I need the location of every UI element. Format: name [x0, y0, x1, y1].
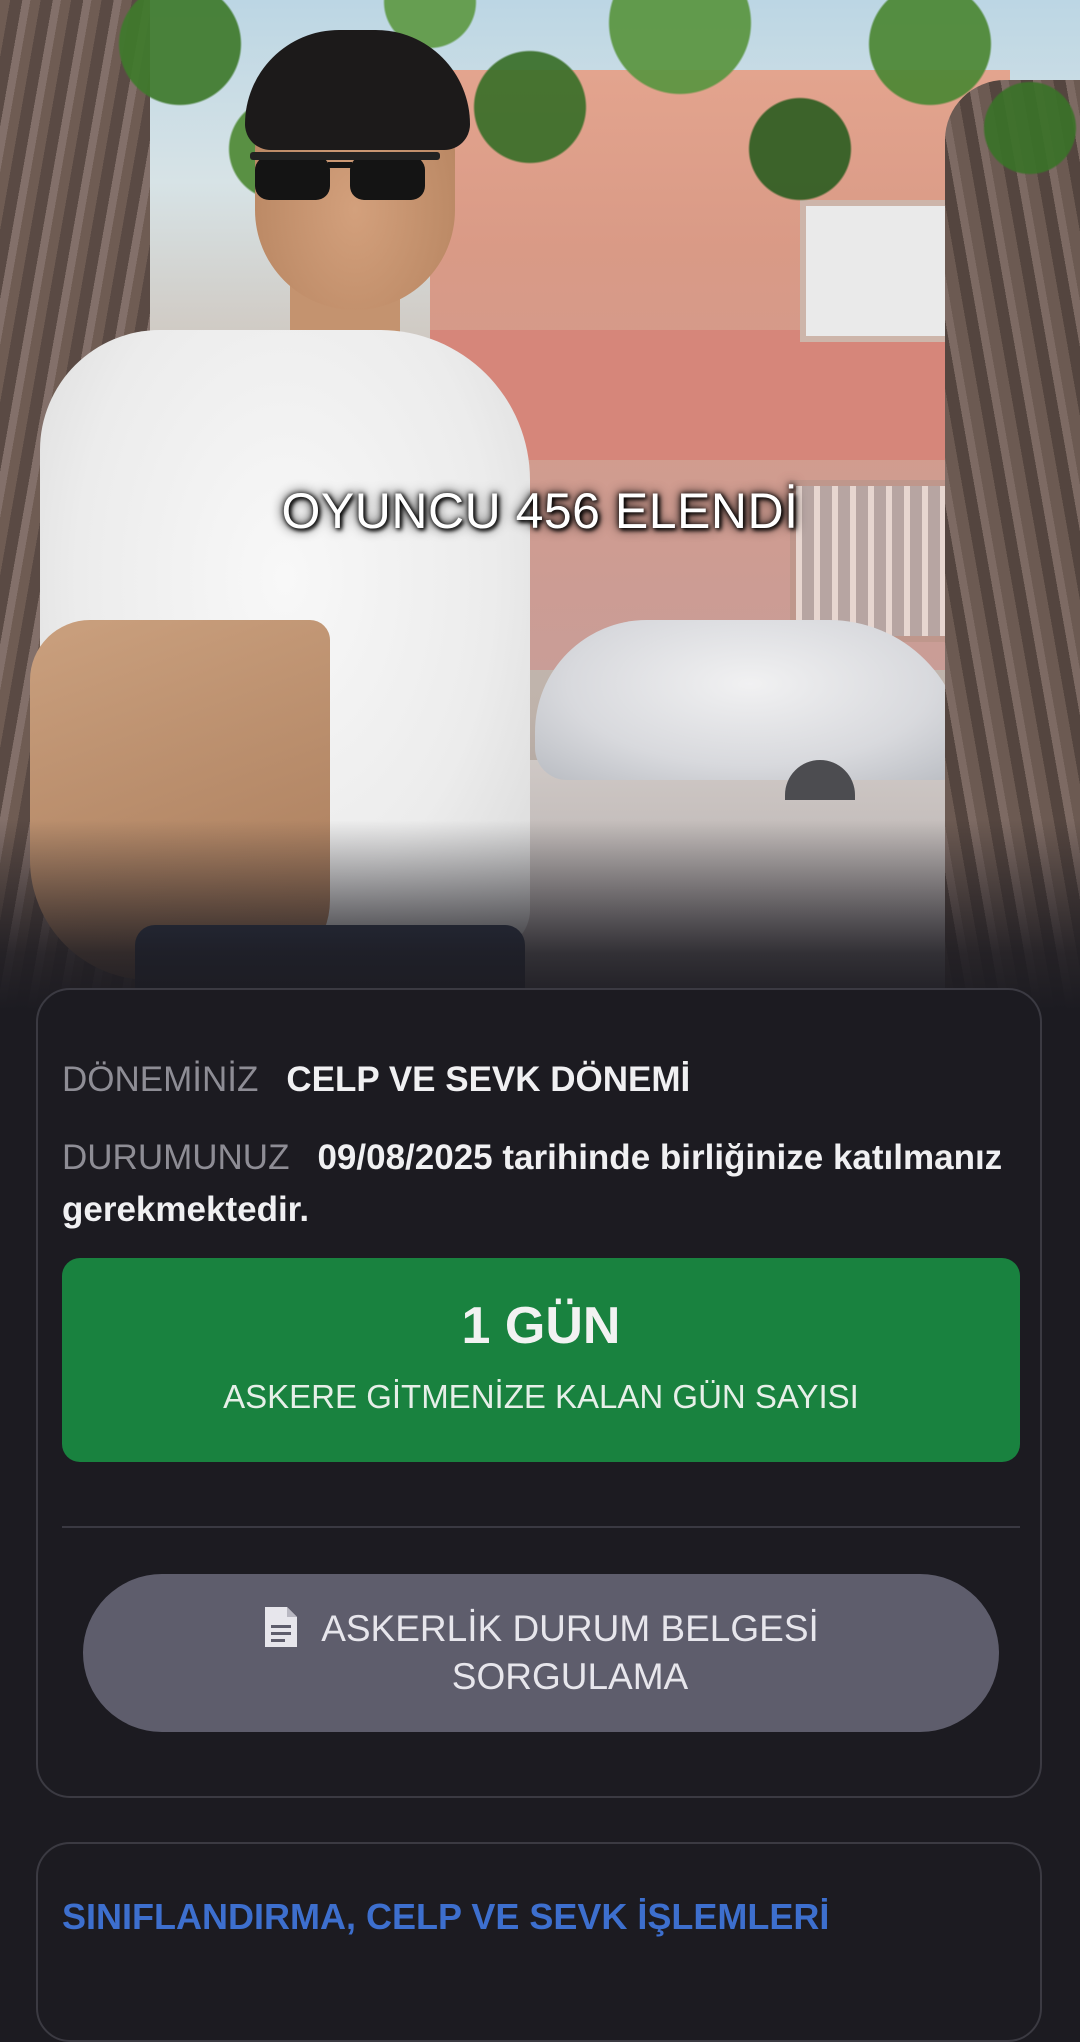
divider: [62, 1526, 1020, 1528]
query-button-label: ASKERLİK DURUM BELGESİ SORGULAMA: [321, 1605, 819, 1701]
status-label: DURUMUNUZ: [62, 1138, 290, 1177]
classification-card-title[interactable]: SINIFLANDIRMA, CELP VE SEVK İŞLEMLERİ: [62, 1896, 829, 1938]
countdown-caption: ASKERE GİTMENİZE KALAN GÜN SAYISI: [223, 1378, 859, 1415]
countdown-box: 1 GÜN ASKERE GİTMENİZE KALAN GÜN SAYISI: [62, 1258, 1020, 1462]
photo-bottom-fade: [0, 820, 1080, 1010]
document-icon: [265, 1607, 298, 1647]
query-button-line1: ASKERLİK DURUM BELGESİ: [321, 1608, 819, 1649]
video-caption: OYUNCU 456 ELENDİ: [281, 483, 799, 539]
query-button-content: ASKERLİK DURUM BELGESİ SORGULAMA: [263, 1605, 819, 1701]
period-label: DÖNEMİNİZ: [62, 1060, 259, 1099]
period-value: CELP VE SEVK DÖNEMİ: [286, 1060, 691, 1099]
countdown-value: 1 GÜN: [461, 1297, 621, 1355]
sunglasses: [250, 152, 440, 200]
status-card: DÖNEMİNİZ CELP VE SEVK DÖNEMİ DURUMUNUZ 09…: [36, 988, 1042, 1798]
query-button-line2: SORGULAMA: [451, 1656, 689, 1697]
classification-card: SINIFLANDIRMA, CELP VE SEVK İŞLEMLERİ: [36, 1842, 1042, 2042]
status-document-query-button[interactable]: ASKERLİK DURUM BELGESİ SORGULAMA: [83, 1574, 999, 1732]
tree-leaves: [80, 0, 1080, 380]
period-row: DÖNEMİNİZ CELP VE SEVK DÖNEMİ: [62, 1060, 690, 1100]
covered-car: [535, 620, 965, 780]
status-row: DURUMUNUZ 09/08/2025 tarihinde birliğiniz…: [62, 1132, 1022, 1236]
